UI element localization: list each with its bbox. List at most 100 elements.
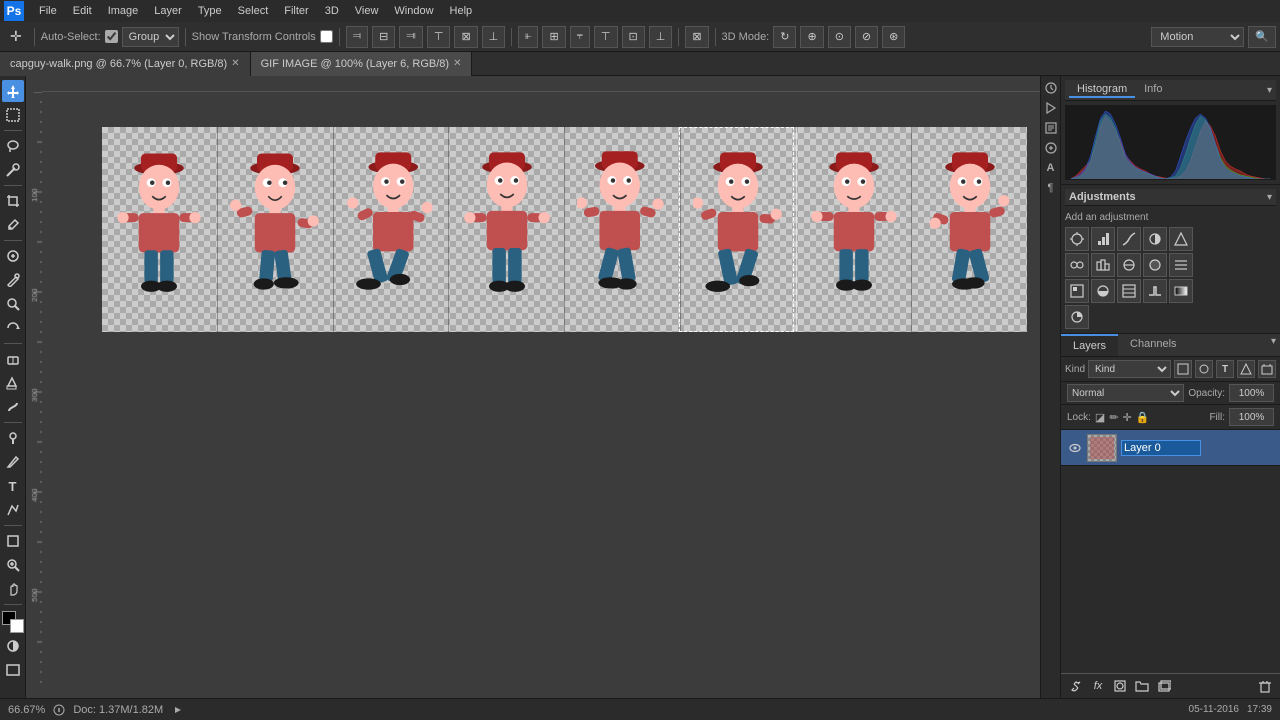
distribute-left-btn[interactable]: ⫦ <box>518 26 538 48</box>
tab-histogram[interactable]: Histogram <box>1069 82 1135 98</box>
histogram-collapse[interactable]: ▾ <box>1267 85 1272 96</box>
new-group-btn[interactable] <box>1133 677 1151 695</box>
lock-image-btn[interactable]: ✏ <box>1109 411 1118 424</box>
tab-gif-close[interactable]: ✕ <box>453 58 461 69</box>
fill-input[interactable] <box>1229 408 1274 426</box>
tab-capguy-close[interactable]: ✕ <box>231 58 239 69</box>
paragraph-icon[interactable]: ¶ <box>1043 180 1059 196</box>
layers-panel-collapse[interactable]: ▾ <box>1267 334 1280 356</box>
adj-threshold-btn[interactable] <box>1143 279 1167 303</box>
distribute-center-h-btn[interactable]: ⊞ <box>542 26 565 48</box>
blur-tool[interactable] <box>2 396 24 418</box>
filter-adj-btn[interactable] <box>1195 360 1213 378</box>
adj-bw-btn[interactable] <box>1117 253 1141 277</box>
move-tool[interactable] <box>2 80 24 102</box>
tab-layers[interactable]: Layers <box>1061 334 1118 356</box>
move-tool-icon[interactable]: ✛ <box>4 26 28 48</box>
path-select-tool[interactable] <box>2 499 24 521</box>
show-transform-checkbox[interactable] <box>320 30 333 43</box>
3d-scale-btn[interactable]: ⊛ <box>882 26 905 48</box>
menu-window[interactable]: Window <box>387 3 440 19</box>
distribute-top-btn[interactable]: ⊤ <box>594 26 618 48</box>
menu-image[interactable]: Image <box>101 3 146 19</box>
3d-slide-btn[interactable]: ⊘ <box>855 26 878 48</box>
background-color[interactable] <box>10 619 24 633</box>
blend-mode-select[interactable]: Normal Multiply Screen <box>1067 384 1184 402</box>
heal-tool[interactable] <box>2 245 24 267</box>
menu-3d[interactable]: 3D <box>318 3 346 19</box>
align-left-btn[interactable]: ⫤ <box>346 26 368 48</box>
adj-vibrance-btn[interactable] <box>1169 227 1193 251</box>
menu-filter[interactable]: Filter <box>277 3 315 19</box>
auto-select-checkbox[interactable] <box>105 30 118 43</box>
brush-tool[interactable] <box>2 269 24 291</box>
workspace-select[interactable]: Motion Essentials Photography <box>1151 27 1244 47</box>
tab-info[interactable]: Info <box>1136 82 1170 98</box>
adj-selective-color-btn[interactable] <box>1065 305 1089 329</box>
character-icon[interactable]: A <box>1043 160 1059 176</box>
adj-levels-btn[interactable] <box>1091 227 1115 251</box>
distribute-bottom-btn[interactable]: ⊥ <box>649 26 673 48</box>
canvas-scroll-area[interactable] <box>42 92 1040 698</box>
3d-zoom-btn[interactable]: ⊙ <box>828 26 851 48</box>
opacity-input[interactable] <box>1229 384 1274 402</box>
add-mask-btn[interactable] <box>1111 677 1129 695</box>
adjustments-collapse[interactable]: ▾ <box>1267 192 1272 203</box>
menu-layer[interactable]: Layer <box>147 3 189 19</box>
align-bottom-btn[interactable]: ⊥ <box>482 26 506 48</box>
link-layers-btn[interactable] <box>1067 677 1085 695</box>
rectangle-tool[interactable] <box>2 530 24 552</box>
align-right-btn[interactable]: ⫥ <box>399 26 423 48</box>
eraser-tool[interactable] <box>2 348 24 370</box>
crop-tool[interactable] <box>2 190 24 212</box>
adjustments-icon[interactable] <box>1043 140 1059 156</box>
screen-mode-btn[interactable] <box>2 659 24 681</box>
history-icon[interactable] <box>1043 80 1059 96</box>
layer-visibility-eye[interactable] <box>1067 440 1083 456</box>
layer-item-0[interactable] <box>1061 430 1280 466</box>
filter-pixel-btn[interactable] <box>1174 360 1192 378</box>
quick-mask-btn[interactable] <box>2 635 24 657</box>
search-workspace-btn[interactable]: 🔍 <box>1248 26 1276 48</box>
menu-file[interactable]: File <box>32 3 64 19</box>
adj-posterize-btn[interactable] <box>1117 279 1141 303</box>
lock-pixels-btn[interactable]: ◪ <box>1095 411 1105 424</box>
align-center-h-btn[interactable]: ⊟ <box>372 26 395 48</box>
hand-tool[interactable] <box>2 578 24 600</box>
filter-shape-btn[interactable] <box>1237 360 1255 378</box>
align-center-v-btn[interactable]: ⊠ <box>454 26 477 48</box>
filter-type-btn[interactable]: T <box>1216 360 1234 378</box>
menu-select[interactable]: Select <box>231 3 276 19</box>
adj-photofilter-btn[interactable] <box>1143 253 1167 277</box>
document-canvas[interactable] <box>102 127 1027 332</box>
type-tool[interactable]: T <box>2 475 24 497</box>
tab-capguy[interactable]: capguy-walk.png @ 66.7% (Layer 0, RGB/8)… <box>0 52 251 76</box>
lock-position-btn[interactable]: ✛ <box>1123 411 1132 424</box>
paint-bucket-tool[interactable] <box>2 372 24 394</box>
play-icon[interactable] <box>1043 100 1059 116</box>
magic-wand-tool[interactable] <box>2 159 24 181</box>
align-top-btn[interactable]: ⊤ <box>427 26 451 48</box>
kind-filter-select[interactable]: Kind <box>1088 360 1171 378</box>
clone-stamp-tool[interactable] <box>2 293 24 315</box>
lock-all-btn[interactable]: 🔒 <box>1136 411 1150 424</box>
history-brush-tool[interactable] <box>2 317 24 339</box>
filter-smart-btn[interactable] <box>1258 360 1276 378</box>
3d-pan-btn[interactable]: ⊕ <box>800 26 823 48</box>
distribute-center-v-btn[interactable]: ⊡ <box>622 26 645 48</box>
adj-colorlookup-btn[interactable] <box>1065 279 1089 303</box>
menu-help[interactable]: Help <box>443 3 480 19</box>
layer-name-input[interactable] <box>1121 440 1201 456</box>
delete-layer-btn[interactable] <box>1256 677 1274 695</box>
adj-gradient-map-btn[interactable] <box>1169 279 1193 303</box>
new-layer-btn[interactable] <box>1155 677 1173 695</box>
zoom-tool[interactable] <box>2 554 24 576</box>
menu-view[interactable]: View <box>348 3 386 19</box>
eyedropper-tool[interactable] <box>2 214 24 236</box>
menu-edit[interactable]: Edit <box>66 3 99 19</box>
pen-tool[interactable] <box>2 451 24 473</box>
menu-type[interactable]: Type <box>191 3 229 19</box>
canvas-auto-btn[interactable]: ⊠ <box>685 26 708 48</box>
fx-btn[interactable]: fx <box>1089 677 1107 695</box>
adj-brightness-btn[interactable] <box>1065 227 1089 251</box>
